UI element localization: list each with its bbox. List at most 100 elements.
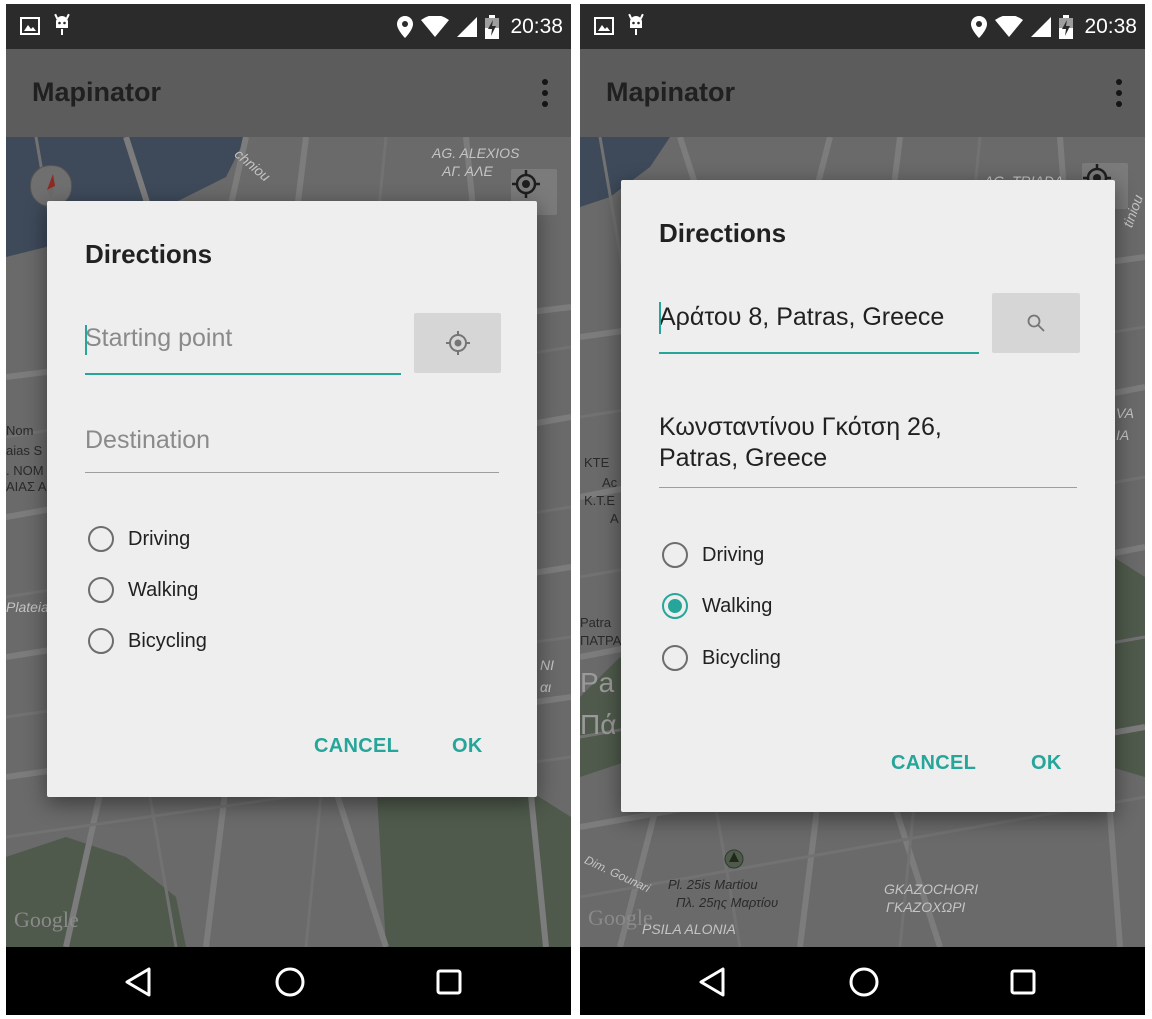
map-label: aias S	[6, 443, 43, 458]
radio-bicycling[interactable]: Bicycling	[662, 642, 781, 674]
overflow-menu-icon[interactable]	[541, 79, 549, 109]
home-button[interactable]	[272, 964, 308, 1000]
my-location-icon	[512, 170, 540, 198]
app-bar: Mapinator	[580, 49, 1145, 137]
map-label: Patra	[580, 615, 612, 630]
map-label: VA	[1116, 405, 1134, 421]
cancel-button[interactable]: CANCEL	[891, 752, 976, 775]
overflow-menu-icon[interactable]	[1115, 79, 1123, 109]
google-logo: Google	[14, 907, 79, 932]
map-label: A	[610, 511, 619, 526]
starting-point-input[interactable]: Starting point	[85, 319, 401, 375]
ok-button[interactable]: OK	[1031, 752, 1062, 775]
phone-screen-left: 20:38 Mapinator AG. ALEXIOS ΑΓ. ΑΛΕ chni…	[6, 4, 571, 1015]
radio-label: Walking	[702, 594, 773, 617]
recents-icon	[1010, 969, 1036, 995]
directions-dialog: Directions Starting point Destination Dr…	[47, 201, 537, 797]
radio-walking[interactable]: Walking	[662, 590, 772, 622]
map-label: Πλ. 25ης Μαρτίου	[676, 895, 779, 910]
radio-driving[interactable]: Driving	[88, 523, 190, 555]
back-icon	[125, 967, 151, 997]
navigation-bar	[6, 947, 571, 1015]
phone-screen-right: 20:38 Mapinator AG. TRIADA tiniou KTE Ac…	[580, 4, 1145, 1015]
radio-label: Bicycling	[702, 646, 781, 669]
map-label: AG. ALEXIOS	[432, 145, 520, 161]
map-label: ΠΑΤΡΑ	[580, 633, 622, 648]
map-label: Plateia	[6, 599, 49, 615]
map-label: ΑΓ. ΑΛΕ	[442, 163, 493, 179]
park-icon	[724, 849, 744, 869]
recents-icon	[436, 969, 462, 995]
android-notification-icon	[628, 13, 644, 35]
directions-dialog: Directions Αράτου 8, Patras, Greece Κωνσ…	[621, 180, 1115, 812]
map-label: KTE	[584, 455, 610, 470]
map-label: Pa	[580, 667, 615, 698]
status-bar: 20:38	[580, 4, 1145, 49]
android-notification-icon	[54, 13, 70, 35]
my-location-icon	[445, 331, 470, 355]
map-label: . NOM	[6, 463, 44, 478]
map-label: IA	[1116, 427, 1130, 443]
battery-charging-icon	[1059, 15, 1074, 39]
location-icon	[397, 16, 414, 38]
app-title: Mapinator	[606, 77, 736, 107]
home-button[interactable]	[846, 964, 882, 1000]
map-label: Ac	[602, 475, 618, 490]
radio-button[interactable]	[88, 628, 114, 654]
radio-driving[interactable]: Driving	[662, 539, 764, 571]
battery-charging-icon	[485, 15, 500, 39]
starting-point-input[interactable]: Αράτου 8, Patras, Greece	[659, 298, 979, 354]
dialog-title: Directions	[659, 218, 787, 248]
back-button[interactable]	[120, 964, 156, 1000]
destination-value: Κωνσταντίνου Γκότση 26, Patras, Greece	[659, 413, 942, 472]
text-cursor	[85, 325, 87, 355]
gallery-notification-icon	[20, 17, 40, 35]
location-icon	[971, 16, 988, 38]
status-bar: 20:38	[6, 4, 571, 49]
status-time: 20:38	[1084, 15, 1137, 38]
status-time: 20:38	[510, 15, 563, 38]
starting-point-placeholder: Starting point	[85, 324, 233, 352]
wifi-icon	[421, 16, 450, 37]
radio-label: Bicycling	[128, 629, 207, 652]
search-address-button[interactable]	[992, 293, 1080, 353]
google-logo: Google	[588, 905, 653, 930]
radio-button[interactable]	[662, 542, 688, 568]
back-button[interactable]	[694, 964, 730, 1000]
back-icon	[699, 967, 725, 997]
radio-label: Driving	[702, 543, 765, 566]
destination-input[interactable]: Destination	[85, 425, 499, 473]
recents-button[interactable]	[431, 964, 467, 1000]
radio-label: Driving	[128, 527, 191, 550]
radio-bicycling[interactable]: Bicycling	[88, 625, 207, 657]
radio-label: Walking	[128, 578, 199, 601]
starting-point-value: Αράτου 8, Patras, Greece	[659, 303, 945, 331]
radio-button[interactable]	[88, 526, 114, 552]
home-icon	[275, 967, 305, 997]
radio-walking[interactable]: Walking	[88, 574, 198, 606]
compass-icon	[47, 174, 55, 198]
map-label: Nom	[6, 423, 34, 438]
cell-signal-icon	[457, 17, 478, 37]
radio-button[interactable]	[88, 577, 114, 603]
wifi-icon	[995, 16, 1024, 37]
map-label: GKAZOCHORI	[884, 881, 979, 897]
app-bar: Mapinator	[6, 49, 571, 137]
map-label: Pl. 25is Martiou	[668, 877, 758, 892]
dialog-title: Directions	[85, 239, 213, 269]
radio-button-checked[interactable]	[662, 593, 688, 619]
destination-input[interactable]: Κωνσταντίνου Γκότση 26, Patras, Greece	[659, 412, 1077, 488]
radio-button[interactable]	[662, 645, 688, 671]
app-title: Mapinator	[32, 77, 162, 107]
map-label: ΑΙΑΣ Α	[6, 479, 47, 494]
map-label: αι	[540, 679, 552, 695]
ok-button[interactable]: OK	[452, 735, 483, 758]
cancel-button[interactable]: CANCEL	[314, 735, 399, 758]
map-label: ΓΚΑΖΟΧΩΡΙ	[886, 899, 966, 915]
map-label: Πά	[580, 709, 617, 740]
destination-placeholder: Destination	[85, 426, 211, 454]
recents-button[interactable]	[1005, 964, 1041, 1000]
use-current-location-button[interactable]	[414, 313, 501, 373]
search-icon	[1027, 314, 1045, 332]
gallery-notification-icon	[594, 17, 614, 35]
